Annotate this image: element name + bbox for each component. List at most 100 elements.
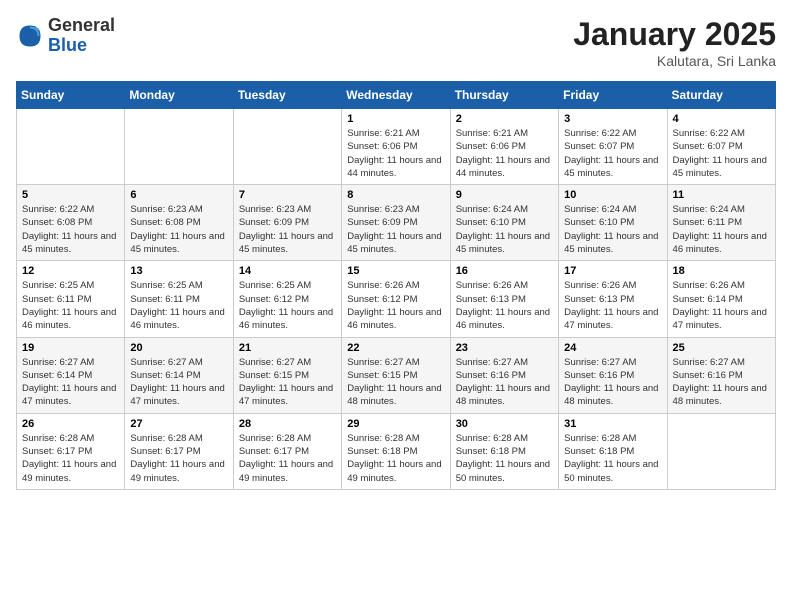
day-info: Sunrise: 6:26 AM Sunset: 6:13 PM Dayligh… <box>456 279 553 332</box>
sunrise-text: Sunrise: 6:28 AM <box>564 433 636 444</box>
sunset-text: Sunset: 6:14 PM <box>130 370 200 381</box>
daylight-text: Daylight: 11 hours and 49 minutes. <box>239 459 333 483</box>
daylight-text: Daylight: 11 hours and 47 minutes. <box>130 383 224 407</box>
calendar-cell: 25 Sunrise: 6:27 AM Sunset: 6:16 PM Dayl… <box>667 337 775 413</box>
calendar-cell: 7 Sunrise: 6:23 AM Sunset: 6:09 PM Dayli… <box>233 185 341 261</box>
sunrise-text: Sunrise: 6:27 AM <box>673 357 745 368</box>
calendar-cell: 9 Sunrise: 6:24 AM Sunset: 6:10 PM Dayli… <box>450 185 558 261</box>
sunrise-text: Sunrise: 6:26 AM <box>347 280 419 291</box>
day-info: Sunrise: 6:28 AM Sunset: 6:17 PM Dayligh… <box>22 432 119 485</box>
sunset-text: Sunset: 6:13 PM <box>564 294 634 305</box>
week-row-2: 5 Sunrise: 6:22 AM Sunset: 6:08 PM Dayli… <box>17 185 776 261</box>
sunset-text: Sunset: 6:10 PM <box>456 217 526 228</box>
day-number: 20 <box>130 342 227 354</box>
day-info: Sunrise: 6:26 AM Sunset: 6:12 PM Dayligh… <box>347 279 444 332</box>
calendar-cell: 13 Sunrise: 6:25 AM Sunset: 6:11 PM Dayl… <box>125 261 233 337</box>
sunrise-text: Sunrise: 6:21 AM <box>347 128 419 139</box>
calendar-cell: 30 Sunrise: 6:28 AM Sunset: 6:18 PM Dayl… <box>450 413 558 489</box>
daylight-text: Daylight: 11 hours and 47 minutes. <box>673 307 767 331</box>
day-number: 30 <box>456 418 553 430</box>
daylight-text: Daylight: 11 hours and 48 minutes. <box>347 383 441 407</box>
sunrise-text: Sunrise: 6:23 AM <box>239 204 311 215</box>
day-number: 14 <box>239 265 336 277</box>
calendar-cell: 23 Sunrise: 6:27 AM Sunset: 6:16 PM Dayl… <box>450 337 558 413</box>
sunset-text: Sunset: 6:17 PM <box>239 446 309 457</box>
calendar-cell <box>667 413 775 489</box>
day-info: Sunrise: 6:25 AM Sunset: 6:12 PM Dayligh… <box>239 279 336 332</box>
logo: General Blue <box>16 16 115 56</box>
logo-text: General Blue <box>48 16 115 56</box>
sunset-text: Sunset: 6:09 PM <box>239 217 309 228</box>
calendar-cell: 27 Sunrise: 6:28 AM Sunset: 6:17 PM Dayl… <box>125 413 233 489</box>
weekday-header-thursday: Thursday <box>450 82 558 109</box>
sunrise-text: Sunrise: 6:28 AM <box>239 433 311 444</box>
sunrise-text: Sunrise: 6:23 AM <box>347 204 419 215</box>
day-number: 13 <box>130 265 227 277</box>
day-number: 7 <box>239 189 336 201</box>
sunrise-text: Sunrise: 6:23 AM <box>130 204 202 215</box>
daylight-text: Daylight: 11 hours and 46 minutes. <box>347 307 441 331</box>
day-number: 6 <box>130 189 227 201</box>
day-info: Sunrise: 6:21 AM Sunset: 6:06 PM Dayligh… <box>456 127 553 180</box>
week-row-1: 1 Sunrise: 6:21 AM Sunset: 6:06 PM Dayli… <box>17 109 776 185</box>
day-info: Sunrise: 6:28 AM Sunset: 6:18 PM Dayligh… <box>564 432 661 485</box>
calendar-cell: 5 Sunrise: 6:22 AM Sunset: 6:08 PM Dayli… <box>17 185 125 261</box>
sunrise-text: Sunrise: 6:22 AM <box>673 128 745 139</box>
day-number: 10 <box>564 189 661 201</box>
calendar-table: SundayMondayTuesdayWednesdayThursdayFrid… <box>16 81 776 490</box>
calendar-cell: 17 Sunrise: 6:26 AM Sunset: 6:13 PM Dayl… <box>559 261 667 337</box>
day-info: Sunrise: 6:28 AM Sunset: 6:18 PM Dayligh… <box>347 432 444 485</box>
day-info: Sunrise: 6:23 AM Sunset: 6:09 PM Dayligh… <box>239 203 336 256</box>
calendar-cell: 24 Sunrise: 6:27 AM Sunset: 6:16 PM Dayl… <box>559 337 667 413</box>
sunset-text: Sunset: 6:07 PM <box>673 141 743 152</box>
day-info: Sunrise: 6:28 AM Sunset: 6:17 PM Dayligh… <box>239 432 336 485</box>
sunrise-text: Sunrise: 6:21 AM <box>456 128 528 139</box>
sunrise-text: Sunrise: 6:28 AM <box>22 433 94 444</box>
calendar-cell: 18 Sunrise: 6:26 AM Sunset: 6:14 PM Dayl… <box>667 261 775 337</box>
sunrise-text: Sunrise: 6:28 AM <box>130 433 202 444</box>
sunrise-text: Sunrise: 6:26 AM <box>456 280 528 291</box>
day-number: 23 <box>456 342 553 354</box>
subtitle: Kalutara, Sri Lanka <box>573 53 776 69</box>
calendar-cell: 31 Sunrise: 6:28 AM Sunset: 6:18 PM Dayl… <box>559 413 667 489</box>
day-info: Sunrise: 6:26 AM Sunset: 6:14 PM Dayligh… <box>673 279 770 332</box>
day-number: 8 <box>347 189 444 201</box>
daylight-text: Daylight: 11 hours and 45 minutes. <box>456 231 550 255</box>
day-number: 21 <box>239 342 336 354</box>
day-number: 24 <box>564 342 661 354</box>
day-info: Sunrise: 6:27 AM Sunset: 6:14 PM Dayligh… <box>130 356 227 409</box>
calendar-cell: 11 Sunrise: 6:24 AM Sunset: 6:11 PM Dayl… <box>667 185 775 261</box>
sunset-text: Sunset: 6:11 PM <box>22 294 92 305</box>
day-number: 25 <box>673 342 770 354</box>
sunset-text: Sunset: 6:14 PM <box>673 294 743 305</box>
sunset-text: Sunset: 6:09 PM <box>347 217 417 228</box>
logo-general: General <box>48 16 115 36</box>
daylight-text: Daylight: 11 hours and 46 minutes. <box>673 231 767 255</box>
calendar-cell: 26 Sunrise: 6:28 AM Sunset: 6:17 PM Dayl… <box>17 413 125 489</box>
title-block: January 2025 Kalutara, Sri Lanka <box>573 16 776 69</box>
sunset-text: Sunset: 6:17 PM <box>130 446 200 457</box>
weekday-header-row: SundayMondayTuesdayWednesdayThursdayFrid… <box>17 82 776 109</box>
day-info: Sunrise: 6:25 AM Sunset: 6:11 PM Dayligh… <box>22 279 119 332</box>
day-info: Sunrise: 6:27 AM Sunset: 6:16 PM Dayligh… <box>564 356 661 409</box>
sunrise-text: Sunrise: 6:27 AM <box>347 357 419 368</box>
day-info: Sunrise: 6:27 AM Sunset: 6:16 PM Dayligh… <box>673 356 770 409</box>
daylight-text: Daylight: 11 hours and 49 minutes. <box>22 459 116 483</box>
calendar-cell: 2 Sunrise: 6:21 AM Sunset: 6:06 PM Dayli… <box>450 109 558 185</box>
logo-blue: Blue <box>48 36 115 56</box>
day-number: 16 <box>456 265 553 277</box>
sunset-text: Sunset: 6:06 PM <box>456 141 526 152</box>
daylight-text: Daylight: 11 hours and 48 minutes. <box>673 383 767 407</box>
daylight-text: Daylight: 11 hours and 44 minutes. <box>347 155 441 179</box>
day-number: 1 <box>347 113 444 125</box>
day-info: Sunrise: 6:22 AM Sunset: 6:07 PM Dayligh… <box>564 127 661 180</box>
day-number: 22 <box>347 342 444 354</box>
sunrise-text: Sunrise: 6:27 AM <box>22 357 94 368</box>
day-number: 5 <box>22 189 119 201</box>
daylight-text: Daylight: 11 hours and 45 minutes. <box>673 155 767 179</box>
day-info: Sunrise: 6:27 AM Sunset: 6:16 PM Dayligh… <box>456 356 553 409</box>
sunset-text: Sunset: 6:15 PM <box>347 370 417 381</box>
sunset-text: Sunset: 6:12 PM <box>239 294 309 305</box>
logo-icon <box>16 22 44 50</box>
month-title: January 2025 <box>573 16 776 53</box>
